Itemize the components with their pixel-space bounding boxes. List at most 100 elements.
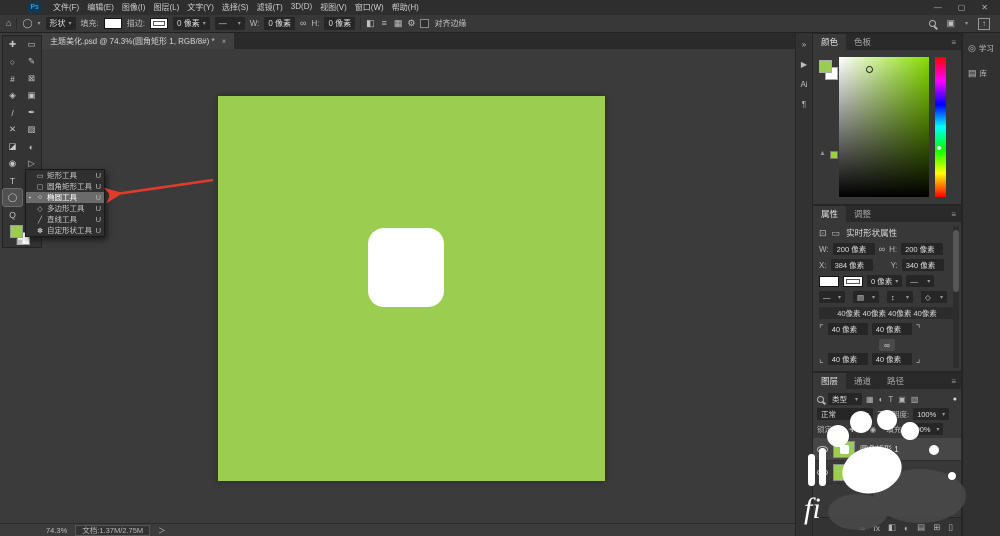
stroke-line-select[interactable]: — ▾ [906,275,935,287]
menu-item[interactable]: 文字(Y) [183,2,218,13]
filter-smart-object-icon[interactable]: ▧ [911,395,919,404]
stroke-type-select[interactable]: — ▾ [214,17,245,30]
filter-toggle-icon[interactable]: ● [953,396,957,403]
shape-y-field[interactable]: 340 像素 [901,259,944,271]
shape-h-field[interactable]: 200 像素 [901,243,944,255]
shape-height-field[interactable]: 0 像素 [324,17,356,30]
menu-item[interactable]: 图像(I) [118,2,150,13]
collapse-panels-icon[interactable]: » [802,40,806,49]
stroke-align-select[interactable]: ▤ ▾ [853,291,879,303]
quick-selection-tool[interactable]: ✎ [22,53,41,70]
radius-bl-field[interactable]: 40 像素 [827,353,868,365]
lock-transparent-icon[interactable]: ▨ [838,425,845,434]
layer-filter-select[interactable]: 类型 ▾ [828,393,862,405]
share-icon[interactable]: ↑ [978,17,990,30]
screen-mode-icon[interactable]: ▣ [16,237,24,246]
saturation-brightness-field[interactable] [839,57,929,197]
type-tool[interactable]: T [3,172,22,189]
ai-panel-icon[interactable]: Ai [800,80,807,89]
eraser-tool[interactable]: ▨ [22,121,41,138]
hue-slider[interactable] [935,57,946,197]
menu-item[interactable]: 滤镜(T) [253,2,287,13]
blur-tool[interactable]: ◐ [22,138,41,155]
tab-paths[interactable]: 路径 [879,373,912,389]
clone-stamp-tool[interactable]: ✒ [22,104,41,121]
menu-item[interactable]: 帮助(H) [388,2,423,13]
marquee-tool[interactable]: ▭ [22,36,41,53]
path-arrangement-icon[interactable]: ▦ [394,19,403,28]
dodge-tool[interactable]: ◉ [3,155,22,172]
stroke-swatch[interactable] [843,275,863,287]
libraries-panel-button[interactable]: ▤ 库 [968,68,1000,79]
visibility-eye-icon[interactable] [817,445,828,453]
adjustment-layer-icon[interactable]: ◐ [904,523,909,533]
blend-mode-select[interactable]: 正常 ▾ [817,408,873,420]
tab-swatches[interactable]: 色板 [846,34,879,50]
color-picker-marker[interactable] [866,66,873,73]
home-icon[interactable]: ⌂ [6,19,11,28]
history-brush-tool[interactable]: ✕ [3,121,22,138]
chevron-down-icon[interactable]: ▾ [965,20,968,27]
close-icon[interactable]: ✕ [981,3,988,12]
flyout-rectangle-tool[interactable]: ▪ ▭ 矩形工具 U [26,170,104,181]
stroke-corner-select[interactable]: ◇ ▾ [921,291,947,303]
opacity-select[interactable]: 100% ▾ [913,408,950,420]
brush-tool[interactable]: / [3,104,22,121]
layer-row[interactable]: 圆角矩形 1 [813,438,961,461]
panel-menu-icon[interactable]: ≡ [951,38,961,47]
close-tab-icon[interactable]: × [222,37,227,46]
filter-shape-icon[interactable]: ▣ [898,395,906,404]
stroke-swatch[interactable] [150,18,169,29]
lasso-tool[interactable]: ○ [3,53,22,70]
layer-thumbnail[interactable] [833,463,855,481]
lock-all-icon[interactable]: ◉ [870,425,877,434]
tool-mode-select[interactable]: 形状 ▾ [45,17,76,30]
shape-tool[interactable]: ◯ [2,188,23,207]
frame-tool[interactable]: ⊠ [22,70,41,87]
filter-adjustment-icon[interactable]: ◐ [879,395,884,404]
foreground-color-swatch[interactable] [10,225,23,238]
flyout-custom-shape-tool[interactable]: ▪ ✽ 自定形状工具 U [26,225,104,236]
menu-item[interactable]: 选择(S) [218,2,253,13]
shape-width-field[interactable]: 0 像素 [264,17,296,30]
link-dimensions-icon[interactable]: ∞ [300,19,306,28]
menu-item[interactable]: 视图(V) [316,2,351,13]
panel-menu-icon[interactable]: ≡ [951,377,961,386]
menu-item[interactable]: 3D(D) [287,2,316,13]
radius-tl-field[interactable]: 40 像素 [827,323,868,335]
flyout-polygon-tool[interactable]: ▪ ◇ 多边形工具 U [26,203,104,214]
stroke-type-select[interactable]: — ▾ [819,291,845,303]
fill-swatch[interactable] [103,18,122,29]
flyout-rounded-rectangle-tool[interactable]: ▪ ▢ 圆角矩形工具 U [26,181,104,192]
visibility-eye-icon[interactable] [817,468,828,476]
tab-layers[interactable]: 图层 [813,373,847,389]
lock-image-icon[interactable]: ⊞ [859,425,865,434]
new-group-icon[interactable]: ▤ [917,522,925,533]
link-layers-icon[interactable]: ∞ [859,523,865,533]
path-operations-icon[interactable]: ◧ [366,19,375,28]
chevron-down-icon[interactable]: ▾ [38,20,41,27]
learn-panel-button[interactable]: ◎ 学习 [968,43,1000,54]
new-layer-icon[interactable]: ⊞ [933,522,940,533]
tab-adjustments[interactable]: 调整 [846,206,879,222]
menu-item[interactable]: 文件(F) [49,2,83,13]
stroke-width-select[interactable]: 0 像素 ▾ [867,275,903,287]
gamut-warning-icon[interactable]: ▲ [819,150,826,157]
shape-w-field[interactable]: 200 像素 [832,243,875,255]
document-tab[interactable]: 主题美化.psd @ 74.3%(圆角矩形 1, RGB/8#) * × [42,33,235,49]
stroke-width-select[interactable]: 0 像素 ▾ [173,17,210,30]
rounded-rectangle-shape[interactable] [368,228,444,307]
history-panel-icon[interactable]: ▶ [801,60,807,69]
crop-tool[interactable]: # [3,70,22,87]
layer-name[interactable]: 圆角矩形 1 [860,444,899,455]
lock-position-icon[interactable]: ✚ [849,425,855,434]
delete-layer-icon[interactable]: ▯ [948,522,953,533]
flyout-line-tool[interactable]: ▪ ╱ 直线工具 U [26,214,104,225]
link-radius-icon[interactable]: ∞ [879,339,895,351]
web-color-chip[interactable] [830,151,838,159]
gradient-tool[interactable]: ◪ [3,138,22,155]
layer-style-icon[interactable]: fx [873,523,880,533]
foreground-color-chip[interactable] [819,60,832,73]
layer-name[interactable]: 背景 [860,467,876,478]
hue-slider-marker[interactable] [937,146,941,150]
